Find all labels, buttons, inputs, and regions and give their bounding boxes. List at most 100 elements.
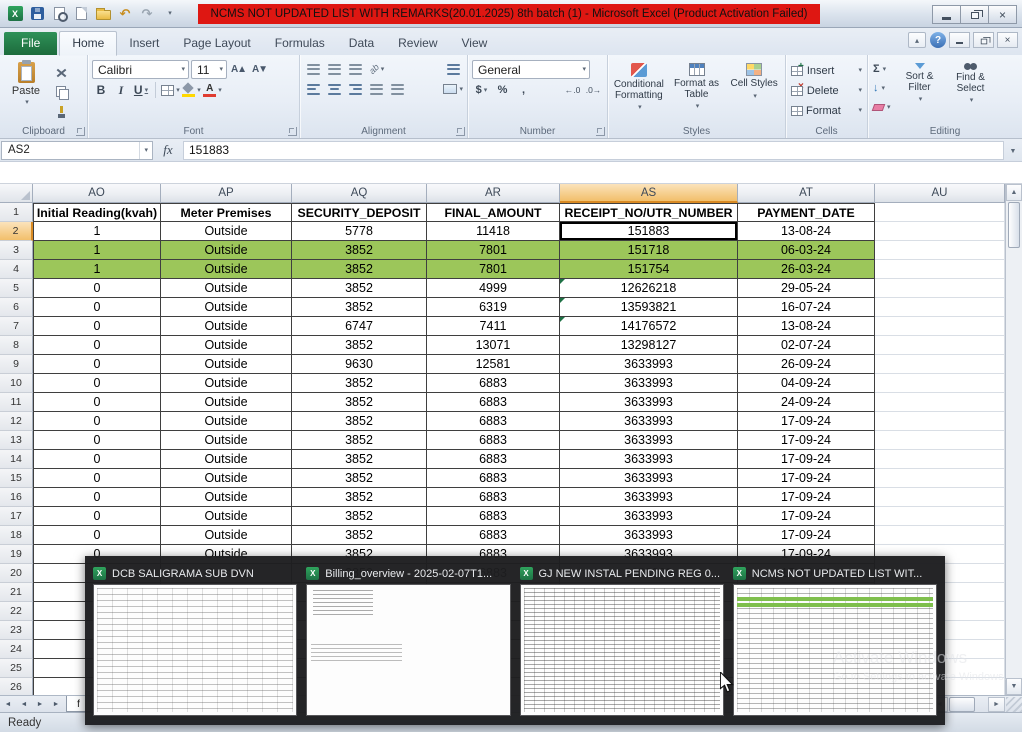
column-header-au[interactable]: AU bbox=[875, 184, 1005, 203]
row-header[interactable]: 3 bbox=[0, 241, 33, 260]
font-family-select[interactable]: Calibri▾ bbox=[92, 60, 189, 79]
cell-ao14[interactable]: 0 bbox=[33, 450, 161, 469]
cell-at16[interactable]: 17-09-24 bbox=[738, 488, 875, 507]
cell-as15[interactable]: 3633993 bbox=[560, 469, 738, 488]
cell-as9[interactable]: 3633993 bbox=[560, 355, 738, 374]
cell-au15[interactable] bbox=[875, 469, 1005, 488]
resize-grip[interactable] bbox=[1006, 697, 1022, 712]
orientation-button[interactable]: ab▾ bbox=[367, 60, 386, 78]
cell-as7[interactable]: 14176572 bbox=[560, 317, 738, 336]
row-header[interactable]: 2 bbox=[0, 222, 33, 241]
cell-ap6[interactable]: Outside bbox=[161, 298, 292, 317]
cell-aq17[interactable]: 3852 bbox=[292, 507, 427, 526]
cell-ar16[interactable]: 6883 bbox=[427, 488, 560, 507]
cell-as6[interactable]: 13593821 bbox=[560, 298, 738, 317]
cell-au14[interactable] bbox=[875, 450, 1005, 469]
cell-au11[interactable] bbox=[875, 393, 1005, 412]
cell-at6[interactable]: 16-07-24 bbox=[738, 298, 875, 317]
cell-as17[interactable]: 3633993 bbox=[560, 507, 738, 526]
name-box[interactable]: AS2 ▾ bbox=[1, 141, 153, 160]
row-header[interactable]: 1 bbox=[0, 203, 33, 222]
format-as-table-button[interactable]: Format as Table ▾ bbox=[669, 60, 725, 124]
accounting-format-button[interactable]: $▾ bbox=[472, 81, 491, 99]
font-dialog-launcher[interactable] bbox=[288, 127, 297, 136]
previous-sheet-button[interactable]: ◄ bbox=[16, 697, 32, 712]
cell-au12[interactable] bbox=[875, 412, 1005, 431]
tab-file[interactable]: File bbox=[4, 32, 57, 55]
taskbar-preview[interactable]: XNCMS NOT UPDATED LIST WIT... bbox=[733, 563, 937, 716]
row-header[interactable]: 20 bbox=[0, 564, 33, 583]
undo-button[interactable]: ↶ bbox=[115, 4, 135, 24]
tab-formulas[interactable]: Formulas bbox=[263, 32, 337, 55]
cell-aq14[interactable]: 3852 bbox=[292, 450, 427, 469]
first-sheet-button[interactable]: ◄ bbox=[0, 697, 16, 712]
font-size-select[interactable]: 11▾ bbox=[191, 60, 227, 79]
expand-formula-bar-button[interactable]: ▼ bbox=[1006, 144, 1020, 158]
cell-au10[interactable] bbox=[875, 374, 1005, 393]
cell-ap1[interactable]: Meter Premises bbox=[161, 203, 292, 222]
cell-ap16[interactable]: Outside bbox=[161, 488, 292, 507]
cell-ao3[interactable]: 1 bbox=[33, 241, 161, 260]
increase-indent-button[interactable] bbox=[388, 80, 407, 98]
insert-cells-button[interactable]: + Insert ▾ bbox=[789, 61, 864, 80]
cell-au13[interactable] bbox=[875, 431, 1005, 450]
cell-ap2[interactable]: Outside bbox=[161, 222, 292, 241]
print-preview-button[interactable] bbox=[49, 4, 69, 24]
cell-aq12[interactable]: 3852 bbox=[292, 412, 427, 431]
row-header[interactable]: 6 bbox=[0, 298, 33, 317]
cell-at2[interactable]: 13-08-24 bbox=[738, 222, 875, 241]
align-bottom-button[interactable] bbox=[346, 60, 365, 78]
cell-aq15[interactable]: 3852 bbox=[292, 469, 427, 488]
cell-as14[interactable]: 3633993 bbox=[560, 450, 738, 469]
redo-button[interactable]: ↷ bbox=[137, 4, 157, 24]
tab-review[interactable]: Review bbox=[386, 32, 449, 55]
cell-as4[interactable]: 151754 bbox=[560, 260, 738, 279]
tab-page-layout[interactable]: Page Layout bbox=[171, 32, 262, 55]
cell-as18[interactable]: 3633993 bbox=[560, 526, 738, 545]
cell-au5[interactable] bbox=[875, 279, 1005, 298]
column-header-ap[interactable]: AP bbox=[161, 184, 292, 203]
cell-ar6[interactable]: 6319 bbox=[427, 298, 560, 317]
cell-ap9[interactable]: Outside bbox=[161, 355, 292, 374]
cell-ao10[interactable]: 0 bbox=[33, 374, 161, 393]
cell-at13[interactable]: 17-09-24 bbox=[738, 431, 875, 450]
bold-button[interactable]: B bbox=[92, 81, 110, 99]
column-header-ar[interactable]: AR bbox=[427, 184, 560, 203]
decrease-decimal-button[interactable]: .0→ bbox=[584, 81, 603, 99]
cell-au3[interactable] bbox=[875, 241, 1005, 260]
cell-ap15[interactable]: Outside bbox=[161, 469, 292, 488]
row-header[interactable]: 24 bbox=[0, 640, 33, 659]
column-header-ao[interactable]: AO bbox=[33, 184, 161, 203]
row-header[interactable]: 21 bbox=[0, 583, 33, 602]
find-select-button[interactable]: Find & Select ▾ bbox=[947, 60, 995, 124]
sort-filter-button[interactable]: Sort & Filter ▾ bbox=[896, 60, 944, 124]
font-color-button[interactable]: A▾ bbox=[203, 81, 222, 99]
cell-at18[interactable]: 17-09-24 bbox=[738, 526, 875, 545]
cell-at14[interactable]: 17-09-24 bbox=[738, 450, 875, 469]
cell-aq9[interactable]: 9630 bbox=[292, 355, 427, 374]
cell-au2[interactable] bbox=[875, 222, 1005, 241]
percent-style-button[interactable]: % bbox=[493, 81, 512, 99]
cell-as3[interactable]: 151718 bbox=[560, 241, 738, 260]
cell-at17[interactable]: 17-09-24 bbox=[738, 507, 875, 526]
cell-ao1[interactable]: Initial Reading(kvah) bbox=[33, 203, 161, 222]
number-dialog-launcher[interactable] bbox=[596, 127, 605, 136]
cell-ap13[interactable]: Outside bbox=[161, 431, 292, 450]
cell-ar3[interactable]: 7801 bbox=[427, 241, 560, 260]
cell-as5[interactable]: 12626218 bbox=[560, 279, 738, 298]
row-header[interactable]: 22 bbox=[0, 602, 33, 621]
cell-au16[interactable] bbox=[875, 488, 1005, 507]
cell-as16[interactable]: 3633993 bbox=[560, 488, 738, 507]
cell-ao8[interactable]: 0 bbox=[33, 336, 161, 355]
cell-ao9[interactable]: 0 bbox=[33, 355, 161, 374]
cell-ao7[interactable]: 0 bbox=[33, 317, 161, 336]
cell-ap11[interactable]: Outside bbox=[161, 393, 292, 412]
cell-aq6[interactable]: 3852 bbox=[292, 298, 427, 317]
grow-font-button[interactable]: A▲ bbox=[229, 61, 248, 79]
cell-aq10[interactable]: 3852 bbox=[292, 374, 427, 393]
wrap-text-button[interactable] bbox=[444, 60, 463, 78]
cell-aq11[interactable]: 3852 bbox=[292, 393, 427, 412]
taskbar-preview[interactable]: XDCB SALIGRAMA SUB DVN bbox=[93, 563, 297, 716]
merge-center-button[interactable]: ▾ bbox=[443, 80, 463, 98]
cell-at12[interactable]: 17-09-24 bbox=[738, 412, 875, 431]
